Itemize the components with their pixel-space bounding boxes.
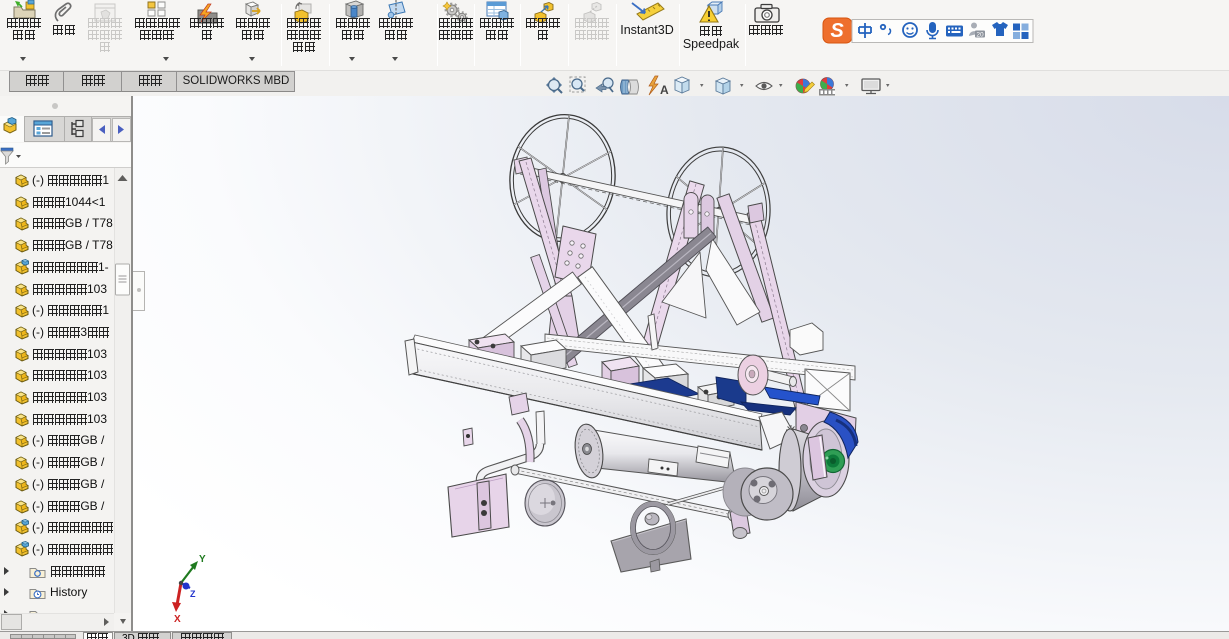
svg-text:S: S [830, 20, 844, 42]
svg-text:20: 20 [976, 32, 984, 39]
svg-text:Y: Y [199, 554, 206, 565]
svg-text:X: X [174, 614, 181, 625]
svg-text:A: A [660, 83, 669, 97]
svg-text:Z: Z [190, 589, 196, 599]
